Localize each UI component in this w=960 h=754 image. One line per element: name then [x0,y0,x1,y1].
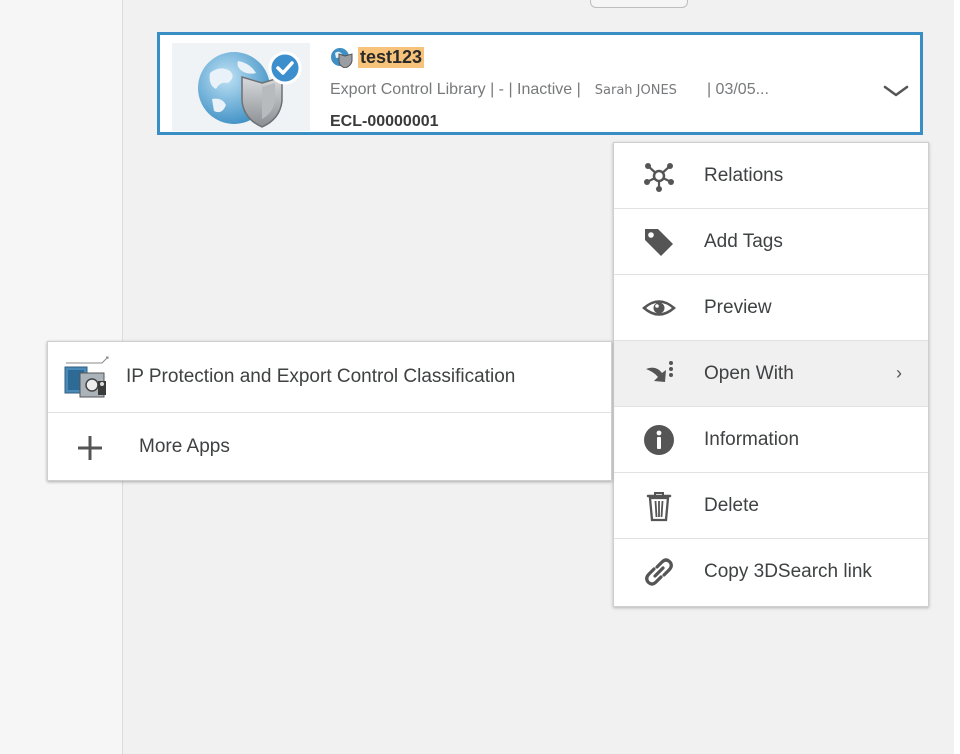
menu-item-preview[interactable]: Preview [614,275,928,341]
menu-item-relations[interactable]: Relations [614,143,928,209]
result-metadata: Export Control Library | - | Inactive | S… [330,81,769,99]
link-icon [642,555,676,589]
result-date: | 03/05... [706,81,769,98]
menu-item-label: Open With [704,362,794,384]
open-with-submenu: IP Protection and Export Control Classif… [47,341,612,481]
submenu-item-label: More Apps [139,435,230,457]
menu-item-label: Add Tags [704,230,783,252]
context-menu: Relations Add Tags Preview Open With › I… [613,142,929,607]
relations-icon [642,159,676,193]
tag-icon [642,225,676,259]
submenu-item-more-apps[interactable]: More Apps [48,412,611,480]
right-edge [954,0,960,754]
result-meta-prefix: Export Control Library | - | Inactive | [330,81,581,98]
search-result-card[interactable]: test123 Export Control Library | - | Ina… [157,32,923,135]
menu-item-label: Relations [704,164,784,186]
menu-item-copy-3dsearch-link[interactable]: Copy 3DSearch link [614,539,928,604]
menu-item-label: Information [704,428,800,450]
open-with-icon [642,357,676,391]
result-title-row: test123 [330,45,425,69]
menu-item-add-tags[interactable]: Add Tags [614,209,928,275]
result-title[interactable]: test123 [358,46,425,68]
small-globe-icon [331,48,353,68]
submenu-item-ip-protection[interactable]: IP Protection and Export Control Classif… [48,342,611,412]
info-icon [642,423,676,457]
menu-item-open-with[interactable]: Open With › [614,341,928,407]
submenu-item-label: IP Protection and Export Control Classif… [126,366,516,387]
menu-item-label: Copy 3DSearch link [704,560,872,582]
submenu-arrow-icon: › [896,363,902,383]
chevron-down-icon[interactable] [882,81,910,101]
eye-icon [642,291,676,325]
result-owner: Sarah JONES [594,83,677,98]
trash-icon [642,489,676,523]
ip-protection-app-icon [62,355,112,399]
menu-item-information[interactable]: Information [614,407,928,473]
menu-item-label: Delete [704,494,759,516]
result-identifier: ECL-00000001 [330,113,439,130]
menu-item-delete[interactable]: Delete [614,473,928,539]
result-thumbnail [172,43,310,131]
top-tab-button[interactable] [590,0,688,8]
plus-icon [76,434,104,462]
menu-item-label: Preview [704,296,772,318]
globe-shield-icon [198,51,302,128]
